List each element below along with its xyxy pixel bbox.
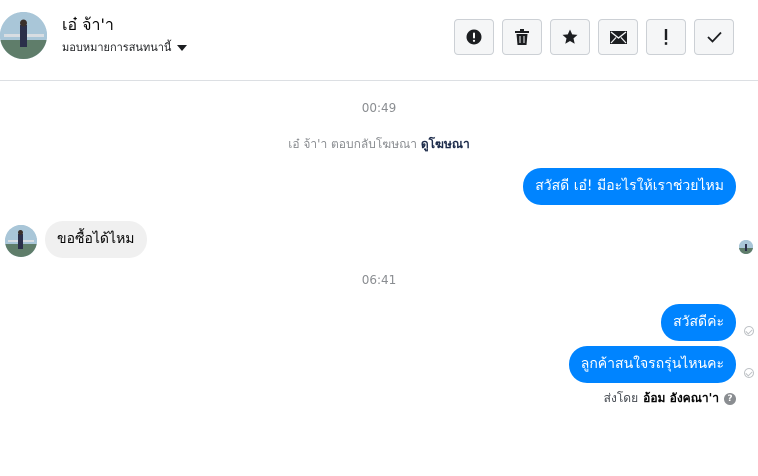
exclamation-icon bbox=[664, 29, 668, 45]
customer-avatar[interactable] bbox=[5, 225, 37, 257]
check-icon bbox=[706, 31, 722, 43]
contact-name: เอ๋ จ้า'า bbox=[62, 15, 114, 34]
timestamp: 00:49 bbox=[361, 101, 397, 115]
sent-check-icon bbox=[744, 368, 754, 378]
mark-done-button[interactable] bbox=[694, 19, 734, 55]
sent-by-prefix: ส่งโดย bbox=[603, 391, 639, 405]
chevron-down-icon bbox=[177, 44, 188, 51]
ad-reply-text: เอ๋ จ้า'า ตอบกลับโฆษณา bbox=[288, 137, 417, 151]
assign-conversation-dropdown[interactable]: มอบหมายการสนทนานี้ bbox=[62, 38, 188, 56]
exclamation-circle-icon bbox=[466, 29, 482, 45]
trash-icon bbox=[515, 29, 529, 45]
ad-reply-notice: เอ๋ จ้า'า ตอบกลับโฆษณา ดูโฆษณา bbox=[0, 135, 758, 154]
spam-button[interactable] bbox=[454, 19, 494, 55]
timestamp: 06:41 bbox=[361, 273, 397, 287]
star-button[interactable] bbox=[550, 19, 590, 55]
outgoing-message: ลูกค้าสนใจรถรุ่นไหนคะ bbox=[568, 346, 736, 383]
seen-avatar bbox=[739, 240, 753, 254]
incoming-message: ขอซื้อได้ไหม bbox=[45, 221, 147, 258]
sent-by-label: ส่งโดย อ้อม อังคณา'า ? bbox=[604, 389, 736, 408]
outgoing-message: สวัสดีค่ะ bbox=[661, 304, 736, 341]
conversation-header: เอ๋ จ้า'า มอบหมายการสนทนานี้ bbox=[0, 0, 758, 81]
help-icon[interactable]: ? bbox=[724, 392, 736, 405]
sent-check-icon bbox=[744, 326, 754, 336]
sent-by-name: อ้อม อังคณา'า bbox=[643, 391, 719, 405]
delete-button[interactable] bbox=[502, 19, 542, 55]
mark-unread-button[interactable] bbox=[598, 19, 638, 55]
contact-avatar[interactable] bbox=[0, 12, 47, 59]
outgoing-message: สวัสดี เอ๋! มีอะไรให้เราช่วยไหม bbox=[523, 168, 736, 205]
view-ad-link[interactable]: ดูโฆษณา bbox=[421, 137, 470, 151]
assign-label: มอบหมายการสนทนานี้ bbox=[62, 41, 172, 54]
follow-up-button[interactable] bbox=[646, 19, 686, 55]
star-icon bbox=[562, 29, 578, 44]
envelope-icon bbox=[609, 30, 627, 44]
